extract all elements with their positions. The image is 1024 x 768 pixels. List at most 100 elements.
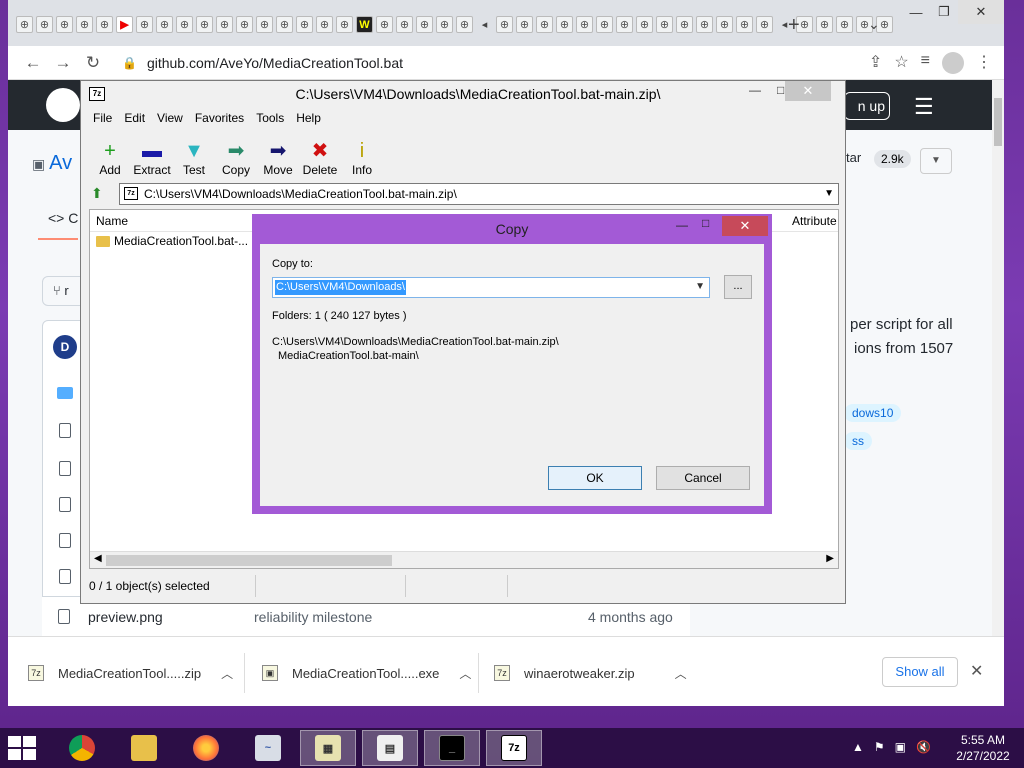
scroll-right-icon[interactable]: ▶ bbox=[826, 553, 834, 564]
menu-dots-icon[interactable]: ⋮ bbox=[976, 52, 992, 74]
tab-favicon[interactable]: ⊕ bbox=[156, 16, 173, 33]
tab-favicon[interactable]: ⊕ bbox=[416, 16, 433, 33]
horizontal-scrollbar[interactable]: ◀ ▶ bbox=[90, 551, 838, 568]
tab-favicon[interactable]: ⊕ bbox=[576, 16, 593, 33]
network-icon[interactable]: ▣ bbox=[895, 740, 906, 754]
tab-favicon[interactable]: ⊕ bbox=[236, 16, 253, 33]
chevron-up-icon[interactable]: ︿ bbox=[675, 665, 687, 682]
tab-favicon[interactable]: ⊕ bbox=[96, 16, 113, 33]
chevron-down-icon[interactable]: ▼ bbox=[695, 281, 705, 292]
github-logo-icon[interactable] bbox=[46, 88, 80, 122]
move-button[interactable]: ➡ Move bbox=[257, 129, 299, 181]
chevron-up-icon[interactable]: ︿ bbox=[221, 665, 233, 682]
close-icon[interactable]: ✕ bbox=[722, 216, 768, 236]
taskbar-explorer[interactable] bbox=[116, 730, 172, 766]
extract-button[interactable]: ▬ Extract bbox=[131, 129, 173, 181]
tab-favicon[interactable]: ⊕ bbox=[456, 16, 473, 33]
tab-favicon[interactable]: ⊕ bbox=[516, 16, 533, 33]
tab-favicon[interactable]: ⊕ bbox=[636, 16, 653, 33]
profile-avatar[interactable] bbox=[942, 52, 964, 74]
author-avatar[interactable]: D bbox=[53, 335, 77, 359]
tray-expand-icon[interactable]: ▲ bbox=[852, 740, 864, 754]
tab-favicon[interactable]: ⊕ bbox=[376, 16, 393, 33]
tab-favicon[interactable]: ⊕ bbox=[136, 16, 153, 33]
file-name[interactable]: preview.png bbox=[88, 609, 163, 625]
sign-up-button[interactable]: n up bbox=[844, 92, 890, 120]
tab-favicon[interactable]: ⊕ bbox=[276, 16, 293, 33]
tab-favicon[interactable]: ⊕ bbox=[256, 16, 273, 33]
commit-message[interactable]: reliability milestone bbox=[254, 609, 372, 625]
download-item[interactable]: 7z winaerotweaker.zip ︿ bbox=[494, 653, 687, 693]
minimize-icon[interactable]: — bbox=[749, 83, 761, 97]
tab-favicon[interactable]: ⊕ bbox=[316, 16, 333, 33]
show-all-button[interactable]: Show all bbox=[882, 657, 958, 687]
page-scrollbar[interactable] bbox=[992, 80, 1004, 636]
taskbar-calculator[interactable]: ▦ bbox=[300, 730, 356, 766]
tab-favicon[interactable]: ⊕ bbox=[36, 16, 53, 33]
tab-favicon[interactable]: ⊕ bbox=[296, 16, 313, 33]
taskbar-notepad[interactable]: ▤ bbox=[362, 730, 418, 766]
taskbar-7zip[interactable]: 7z bbox=[486, 730, 542, 766]
maximize-icon[interactable]: □ bbox=[777, 83, 784, 97]
tab-favicon[interactable]: ⊕ bbox=[836, 16, 853, 33]
close-icon[interactable]: ✕ bbox=[958, 0, 1004, 24]
repo-name[interactable]: Av bbox=[49, 152, 72, 174]
close-icon[interactable]: ✕ bbox=[785, 81, 831, 101]
tab-favicon[interactable]: ⊕ bbox=[676, 16, 693, 33]
scroll-left-icon[interactable]: ◀ bbox=[94, 553, 102, 564]
scrollbar-thumb[interactable] bbox=[994, 98, 1002, 146]
tab-favicon[interactable]: ⊕ bbox=[16, 16, 33, 33]
taskbar-chrome[interactable] bbox=[54, 730, 110, 766]
tab-favicon[interactable]: ⊕ bbox=[216, 16, 233, 33]
tab-favicon[interactable]: ⊕ bbox=[176, 16, 193, 33]
delete-button[interactable]: ✖ Delete bbox=[299, 129, 341, 181]
list-item[interactable]: MediaCreationTool.bat-... bbox=[96, 234, 248, 248]
volume-muted-icon[interactable]: 🔇 bbox=[916, 740, 931, 754]
destination-combobox[interactable]: C:\Users\VM4\Downloads\ ▼ bbox=[272, 277, 710, 298]
add-button[interactable]: + Add bbox=[89, 129, 131, 181]
tab-favicon[interactable]: ⊕ bbox=[716, 16, 733, 33]
menu-item-view[interactable]: View bbox=[151, 111, 189, 125]
maximize-icon[interactable]: ❐ bbox=[930, 0, 958, 24]
speaker-tab-icon[interactable]: ◂ bbox=[476, 16, 493, 33]
close-downloads-icon[interactable]: ✕ bbox=[970, 661, 983, 681]
tab-favicon[interactable]: ⊕ bbox=[656, 16, 673, 33]
menu-item-file[interactable]: File bbox=[87, 111, 118, 125]
sevenzip-address-bar[interactable]: 7z C:\Users\VM4\Downloads\MediaCreationT… bbox=[119, 183, 839, 205]
taskbar-monitor[interactable]: ~ bbox=[240, 730, 296, 766]
menu-item-edit[interactable]: Edit bbox=[118, 111, 151, 125]
tab-favicon[interactable]: ⊕ bbox=[336, 16, 353, 33]
tab-favicon[interactable]: ⊕ bbox=[496, 16, 513, 33]
reading-list-icon[interactable]: ≡ bbox=[921, 52, 930, 74]
minimize-icon[interactable]: — bbox=[902, 0, 930, 24]
tab-favicon[interactable]: ⊕ bbox=[616, 16, 633, 33]
start-button[interactable] bbox=[8, 736, 38, 760]
bookmark-star-icon[interactable]: ☆ bbox=[894, 52, 908, 74]
star-dropdown-icon[interactable]: ▼ bbox=[920, 148, 952, 174]
tab-favicon[interactable]: ⊕ bbox=[736, 16, 753, 33]
new-tab-button[interactable]: + bbox=[788, 14, 800, 37]
column-attributes[interactable]: Attribute bbox=[792, 214, 837, 228]
info-button[interactable]: i Info bbox=[341, 129, 383, 181]
tab-favicon[interactable]: ⊕ bbox=[196, 16, 213, 33]
tab-favicon[interactable]: ⊕ bbox=[56, 16, 73, 33]
flag-icon[interactable]: ⚑ bbox=[874, 740, 885, 754]
download-item[interactable]: ▣ MediaCreationTool.....exe ︿ bbox=[262, 653, 471, 693]
address-bar[interactable]: github.com/AveYo/MediaCreationTool.bat bbox=[147, 55, 403, 71]
copy-button[interactable]: ➡ Copy bbox=[215, 129, 257, 181]
back-icon[interactable]: ← bbox=[18, 53, 48, 73]
tab-favicon[interactable]: ⊕ bbox=[816, 16, 833, 33]
download-item[interactable]: 7z MediaCreationTool.....zip ︿ bbox=[28, 653, 233, 693]
maximize-icon[interactable]: □ bbox=[702, 216, 709, 230]
scrollbar-thumb[interactable] bbox=[106, 555, 392, 566]
tab-favicon[interactable]: ⊕ bbox=[596, 16, 613, 33]
hamburger-menu-icon[interactable]: ☰ bbox=[914, 94, 934, 120]
minimize-icon[interactable]: — bbox=[676, 218, 688, 232]
tab-search-icon[interactable]: ⌄ bbox=[868, 16, 880, 33]
share-icon[interactable]: ⇪ bbox=[869, 52, 882, 74]
folder-up-icon[interactable]: ⬆ bbox=[91, 185, 103, 202]
tab-favicon[interactable]: ⊕ bbox=[396, 16, 413, 33]
menu-item-tools[interactable]: Tools bbox=[250, 111, 290, 125]
tab-favicon[interactable]: ⊕ bbox=[436, 16, 453, 33]
tab-favicon[interactable]: ⊕ bbox=[556, 16, 573, 33]
